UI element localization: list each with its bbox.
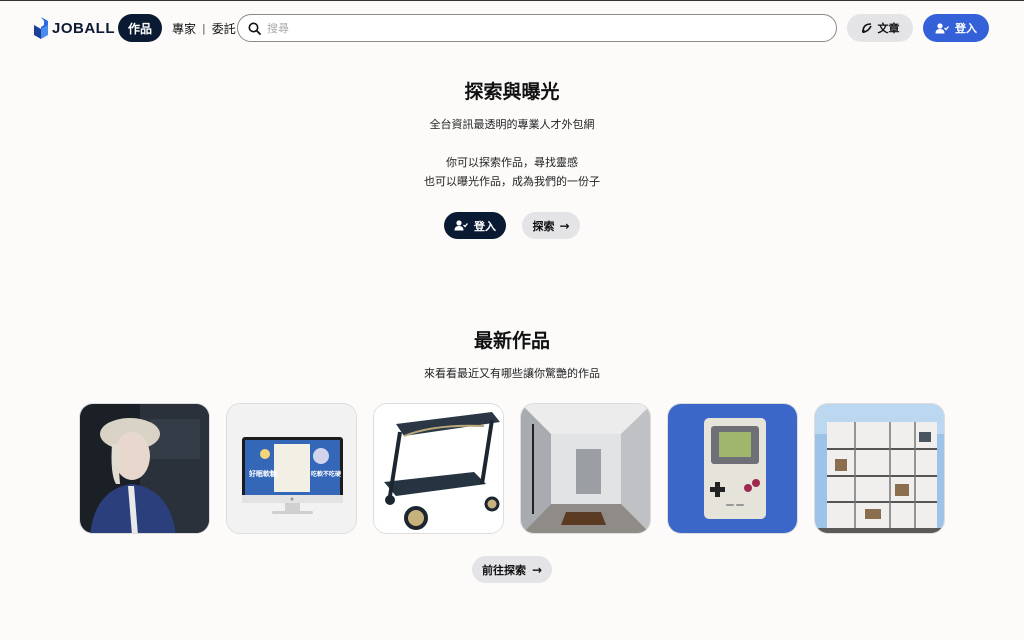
latest-works-subtitle: 來看看最近又有哪些讓你驚艷的作品 bbox=[424, 367, 600, 380]
hero-login-button[interactable]: 登入 bbox=[444, 212, 506, 239]
top-navbar: JOBALL 作品 專家 | 委託 文章 登入 bbox=[0, 1, 1024, 55]
search-bar[interactable] bbox=[237, 14, 837, 42]
login-button-top[interactable]: 登入 bbox=[923, 14, 989, 42]
go-explore-label: 前往探索 bbox=[481, 563, 526, 577]
nav-experts-link[interactable]: 專家 bbox=[172, 20, 196, 37]
nav-links: 專家 | 委託 bbox=[172, 14, 236, 42]
arrow-right-icon: → bbox=[531, 562, 543, 577]
work-thumb-gameboy[interactable] bbox=[667, 403, 798, 534]
go-explore-button[interactable]: 前往探索 → bbox=[472, 556, 552, 583]
work-thumb-cart[interactable] bbox=[373, 403, 504, 534]
hero-subtitle: 全台資訊最透明的專業人才外包網 bbox=[429, 118, 595, 131]
work-thumb-imac[interactable]: 好眠軟糖 吃軟不吃硬 bbox=[226, 403, 357, 534]
user-check-icon bbox=[935, 22, 949, 33]
hero-title: 探索與曝光 bbox=[464, 81, 560, 103]
arrow-right-icon: → bbox=[559, 218, 570, 233]
latest-works-title: 最新作品 bbox=[473, 330, 550, 352]
hero-explore-label: 探索 bbox=[532, 219, 555, 233]
login-button-top-label: 登入 bbox=[955, 22, 977, 35]
hero-line-2: 也可以曝光作品，成為我們的一份子 bbox=[424, 175, 600, 188]
article-button-label: 文章 bbox=[877, 22, 900, 35]
search-input[interactable] bbox=[267, 21, 807, 35]
hero-line-1: 你可以探索作品，尋找靈感 bbox=[446, 156, 578, 169]
work-thumb-interior[interactable] bbox=[520, 403, 651, 534]
article-button[interactable]: 文章 bbox=[847, 14, 913, 42]
nav-commission-link[interactable]: 委託 bbox=[212, 20, 236, 37]
imac-ad-text-right: 吃軟不吃硬 bbox=[311, 470, 342, 478]
logo-mark-icon bbox=[34, 17, 48, 39]
user-check-icon bbox=[454, 220, 468, 231]
logo-text: JOBALL bbox=[52, 19, 115, 37]
search-icon bbox=[248, 22, 261, 35]
hero-login-label: 登入 bbox=[474, 219, 496, 233]
works-gallery: 好眠軟糖 吃軟不吃硬 bbox=[79, 403, 945, 534]
hero-explore-button[interactable]: 探索 → bbox=[522, 212, 580, 239]
imac-ad-text-left: 好眠軟糖 bbox=[248, 469, 277, 478]
article-icon bbox=[861, 23, 872, 33]
work-thumb-building[interactable] bbox=[814, 403, 945, 534]
joball-logo[interactable]: JOBALL bbox=[34, 16, 115, 40]
nav-works-tab[interactable]: 作品 bbox=[118, 14, 162, 42]
work-thumb-portrait[interactable] bbox=[79, 403, 210, 534]
nav-separator: | bbox=[202, 21, 206, 35]
